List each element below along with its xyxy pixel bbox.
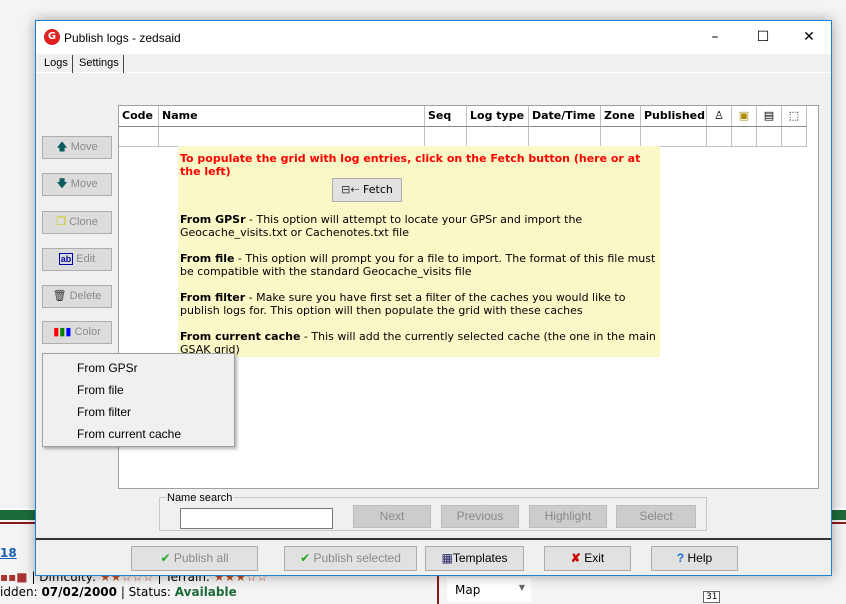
publish-selected-button[interactable]: ✔ Publish selected [284, 546, 417, 571]
publish-all-button[interactable]: ✔ Publish all [131, 546, 258, 571]
tab-settings[interactable]: Settings [75, 55, 124, 73]
tab-logs[interactable]: Logs [40, 55, 73, 73]
highlight-button[interactable]: Highlight [529, 505, 607, 528]
table-icon: ▦ [441, 551, 453, 565]
column-seq[interactable]: Seq [425, 106, 467, 127]
delete-button[interactable]: 🗑 Delete [42, 285, 112, 308]
fetch-icon: ⊟⇠ [341, 183, 360, 196]
edit-button[interactable]: ab Edit [42, 248, 112, 271]
fetch-button[interactable]: ⊟⇠ Fetch [332, 178, 402, 202]
help-item: From file - This option will prompt you … [180, 252, 656, 278]
document-icon[interactable]: ▤ [757, 106, 782, 127]
title-bar: G Publish logs - zedsaid – ☐ ✕ [36, 21, 831, 54]
clone-button[interactable]: ❐ Clone [42, 211, 112, 234]
trash-icon: 🗑 [52, 290, 67, 302]
help-item: From current cache - This will add the c… [180, 330, 656, 356]
color-button[interactable]: ▮▮▮ Color [42, 321, 112, 344]
footer-divider [36, 538, 831, 540]
close-button[interactable]: ✕ [786, 21, 832, 54]
help-button[interactable]: ? Help [651, 546, 738, 571]
column-zone[interactable]: Zone [601, 106, 641, 127]
help-heading: To populate the grid with log entries, c… [180, 152, 641, 178]
previous-button[interactable]: Previous [441, 505, 519, 528]
crayons-icon: ▮▮▮ [53, 326, 72, 338]
question-icon: ? [676, 551, 685, 565]
templates-button[interactable]: ▦Templates [425, 546, 524, 571]
window-title: Publish logs - zedsaid [64, 31, 181, 45]
move-up-button[interactable]: 🡅 Move [42, 136, 112, 159]
minimize-button[interactable]: – [692, 21, 738, 54]
menu-item-from-gpsr[interactable]: From GPSr [43, 357, 234, 379]
app-icon: G [44, 29, 60, 45]
move-down-button[interactable]: 🡇 Move [42, 173, 112, 196]
check-icon: ✔ [160, 551, 171, 565]
background-border [437, 576, 439, 604]
background-link[interactable]: 18 [0, 546, 17, 560]
background-hidden: idden: 07/02/2000 | Status: Available [0, 585, 237, 599]
image-icon[interactable]: ▣ [732, 106, 757, 127]
column-name[interactable]: Name [159, 106, 425, 127]
next-button[interactable]: Next [353, 505, 431, 528]
help-item: From filter - Make sure you have first s… [180, 291, 626, 317]
tab-bar: Logs Settings [36, 55, 831, 73]
exit-button[interactable]: ✘ Exit [544, 546, 631, 571]
eraser-icon[interactable]: ⬚ [782, 106, 807, 127]
menu-item-from-file[interactable]: From file [43, 379, 234, 401]
clone-icon: ❐ [56, 216, 67, 228]
check-icon: ✔ [300, 551, 311, 565]
column-log-type[interactable]: Log type [467, 106, 529, 127]
maximize-button[interactable]: ☐ [740, 21, 786, 54]
edit-icon: ab [58, 253, 74, 265]
name-search-label: Name search [166, 492, 234, 504]
select-button[interactable]: Select [616, 505, 696, 528]
help-panel: To populate the grid with log entries, c… [178, 146, 660, 357]
menu-item-from-filter[interactable]: From filter [43, 401, 234, 423]
calendar-day: 31 [703, 591, 721, 603]
name-search-input[interactable] [180, 508, 333, 529]
fetch-menu: From GPSr From file From filter From cur… [42, 353, 235, 447]
arrow-up-icon: 🡅 [56, 141, 68, 153]
x-icon: ✘ [570, 551, 581, 565]
column-date-time[interactable]: Date/Time [529, 106, 601, 127]
column-code[interactable]: Code [119, 106, 159, 127]
help-item: From GPSr - This option will attempt to … [180, 213, 583, 239]
map-dropdown[interactable]: Map ▼ [447, 578, 531, 602]
column-published[interactable]: Published [641, 106, 707, 127]
arrow-down-icon: 🡇 [56, 178, 68, 190]
menu-item-from-current-cache[interactable]: From current cache [43, 423, 234, 445]
user-icon[interactable]: ♙ [707, 106, 732, 127]
publish-logs-window: G Publish logs - zedsaid – ☐ ✕ Logs Sett… [35, 20, 832, 576]
